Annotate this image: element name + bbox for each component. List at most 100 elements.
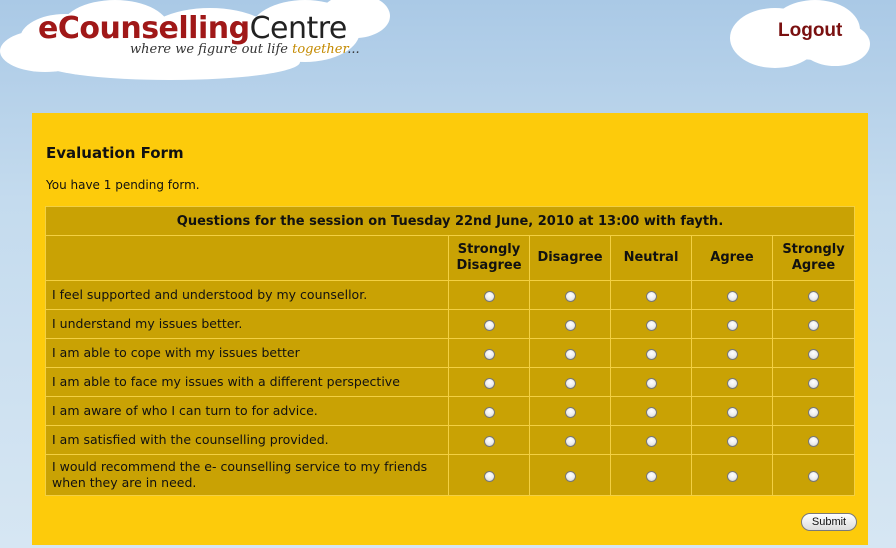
form-title: Evaluation Form bbox=[46, 144, 184, 162]
rating-cell bbox=[771, 367, 856, 397]
rating-radio-1[interactable] bbox=[564, 406, 576, 418]
rating-radio-0[interactable] bbox=[483, 348, 495, 360]
column-header-label: Neutral bbox=[623, 250, 679, 265]
rating-radio-1[interactable] bbox=[564, 377, 576, 389]
evaluation-panel: Evaluation Form You have 1 pending form.… bbox=[32, 113, 868, 545]
rating-radio-2[interactable] bbox=[645, 435, 657, 447]
rating-cell bbox=[529, 338, 611, 368]
rating-cell bbox=[448, 425, 530, 455]
rating-cell bbox=[771, 309, 856, 339]
rating-radio-1[interactable] bbox=[564, 290, 576, 302]
column-header-label: Agree bbox=[791, 258, 836, 273]
question-text: I am aware of who I can turn to for advi… bbox=[45, 396, 449, 426]
brand-tagline: where we figure out life together... bbox=[130, 42, 360, 57]
rating-radio-2[interactable] bbox=[645, 406, 657, 418]
rating-radio-3[interactable] bbox=[726, 377, 738, 389]
rating-cell bbox=[691, 338, 773, 368]
rating-radio-0[interactable] bbox=[483, 377, 495, 389]
question-row: I am able to cope with my issues better bbox=[45, 338, 856, 368]
question-row: I am able to face my issues with a diffe… bbox=[45, 367, 856, 397]
brand-name-light: Centre bbox=[249, 11, 348, 46]
column-header-label: Agree bbox=[710, 250, 754, 265]
column-header-4: Strongly Agree bbox=[771, 235, 856, 281]
rating-cell bbox=[691, 280, 773, 310]
column-header-2: Neutral bbox=[610, 235, 692, 281]
pending-forms-text: You have 1 pending form. bbox=[46, 178, 200, 192]
rating-radio-2[interactable] bbox=[645, 348, 657, 360]
column-header-label: Strongly bbox=[457, 242, 521, 257]
rating-radio-3[interactable] bbox=[726, 406, 738, 418]
rating-cell bbox=[610, 309, 692, 339]
rating-radio-0[interactable] bbox=[483, 435, 495, 447]
rating-radio-0[interactable] bbox=[483, 470, 495, 482]
rating-cell bbox=[691, 454, 773, 496]
question-text: I would recommend the e- counselling ser… bbox=[45, 454, 449, 496]
question-row: I am aware of who I can turn to for advi… bbox=[45, 396, 856, 426]
column-header-1: Disagree bbox=[529, 235, 611, 281]
rating-cell bbox=[610, 280, 692, 310]
rating-cell bbox=[691, 309, 773, 339]
rating-radio-3[interactable] bbox=[726, 435, 738, 447]
column-header-label: Disagree bbox=[537, 250, 603, 265]
rating-cell bbox=[448, 309, 530, 339]
rating-radio-2[interactable] bbox=[645, 470, 657, 482]
rating-cell bbox=[771, 454, 856, 496]
rating-cell bbox=[610, 367, 692, 397]
rating-radio-2[interactable] bbox=[645, 319, 657, 331]
rating-radio-4[interactable] bbox=[808, 348, 820, 360]
submit-button[interactable]: Submit bbox=[801, 513, 857, 531]
questions-body: I feel supported and understood by my co… bbox=[45, 280, 856, 496]
rating-radio-1[interactable] bbox=[564, 470, 576, 482]
rating-radio-2[interactable] bbox=[645, 290, 657, 302]
rating-radio-0[interactable] bbox=[483, 319, 495, 331]
rating-cell bbox=[448, 454, 530, 496]
question-text: I understand my issues better. bbox=[45, 309, 449, 339]
rating-cell bbox=[529, 309, 611, 339]
question-text: I am satisfied with the counselling prov… bbox=[45, 425, 449, 455]
rating-radio-2[interactable] bbox=[645, 377, 657, 389]
column-header-row: Strongly Disagree Disagree Neutral Agree Stro… bbox=[45, 235, 856, 281]
rating-cell bbox=[529, 425, 611, 455]
rating-radio-0[interactable] bbox=[483, 406, 495, 418]
rating-radio-4[interactable] bbox=[808, 319, 820, 331]
rating-cell bbox=[529, 367, 611, 397]
rating-radio-1[interactable] bbox=[564, 435, 576, 447]
site-logo: eCounsellingCentre where we figure out l… bbox=[38, 11, 360, 58]
rating-radio-4[interactable] bbox=[808, 377, 820, 389]
rating-cell bbox=[691, 396, 773, 426]
rating-radio-4[interactable] bbox=[808, 290, 820, 302]
logout-link[interactable]: Logout bbox=[778, 20, 842, 42]
rating-radio-0[interactable] bbox=[483, 290, 495, 302]
question-text: I am able to face my issues with a diffe… bbox=[45, 367, 449, 397]
rating-radio-3[interactable] bbox=[726, 348, 738, 360]
rating-radio-1[interactable] bbox=[564, 348, 576, 360]
rating-radio-3[interactable] bbox=[726, 290, 738, 302]
rating-cell bbox=[771, 425, 856, 455]
column-header-label: Strongly bbox=[782, 242, 845, 257]
session-caption: Questions for the session on Tuesday 22n… bbox=[44, 206, 856, 236]
column-header-0: Strongly Disagree bbox=[448, 235, 530, 281]
evaluation-table: Questions for the session on Tuesday 22n… bbox=[44, 206, 856, 496]
rating-radio-3[interactable] bbox=[726, 319, 738, 331]
question-row: I feel supported and understood by my co… bbox=[45, 280, 856, 310]
rating-radio-3[interactable] bbox=[726, 470, 738, 482]
question-column-header bbox=[45, 235, 449, 281]
question-row: I would recommend the e- counselling ser… bbox=[45, 454, 856, 496]
rating-cell bbox=[529, 454, 611, 496]
rating-radio-1[interactable] bbox=[564, 319, 576, 331]
rating-cell bbox=[448, 280, 530, 310]
tagline-main: where we figure out life bbox=[130, 42, 293, 57]
rating-radio-4[interactable] bbox=[808, 435, 820, 447]
rating-cell bbox=[610, 454, 692, 496]
question-text: I feel supported and understood by my co… bbox=[45, 280, 449, 310]
column-header-label: Disagree bbox=[456, 258, 522, 273]
session-caption-row: Questions for the session on Tuesday 22n… bbox=[44, 206, 856, 236]
rating-cell bbox=[610, 338, 692, 368]
rating-radio-4[interactable] bbox=[808, 406, 820, 418]
rating-radio-4[interactable] bbox=[808, 470, 820, 482]
rating-cell bbox=[610, 396, 692, 426]
rating-cell bbox=[771, 280, 856, 310]
rating-cell bbox=[610, 425, 692, 455]
tagline-end: ... bbox=[347, 42, 360, 57]
question-row: I understand my issues better. bbox=[45, 309, 856, 339]
